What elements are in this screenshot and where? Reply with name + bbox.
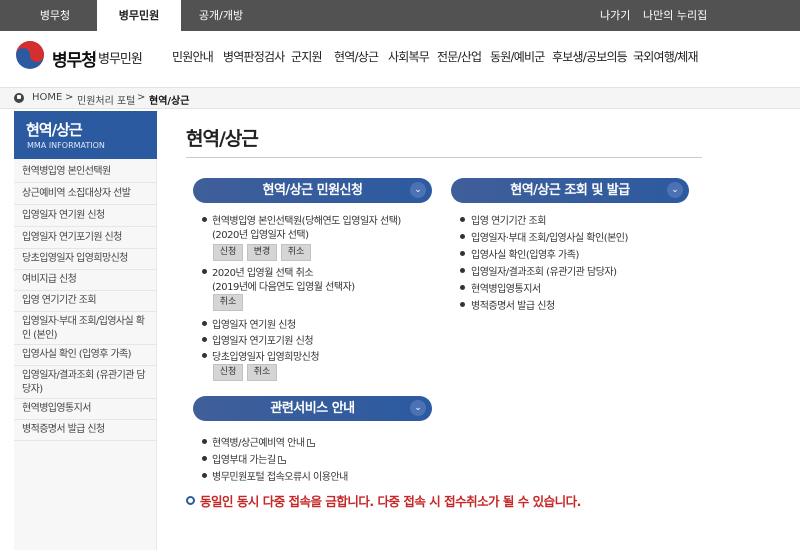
- page-title: 현역/상근: [186, 128, 259, 150]
- link-error-guide[interactable]: 병무민원포털 접속오류시 이용안내: [212, 468, 348, 483]
- external-link-icon: [306, 439, 315, 447]
- sidebar-item-notice-letter[interactable]: 현역병입영통지서: [14, 399, 157, 420]
- link-family-check[interactable]: 입영사실 확인(입영후 가족): [471, 246, 579, 261]
- bullet-icon: [202, 439, 207, 444]
- bullet-icon: [460, 285, 465, 290]
- bullet-icon: [202, 217, 207, 222]
- section-lookup-header[interactable]: 현역/상근 조회 및 발급: [451, 178, 689, 203]
- bullet-icon: [202, 456, 207, 461]
- my-portal-link[interactable]: 나만의 누리집: [643, 0, 707, 31]
- sidebar-item-agency-lookup[interactable]: 입영일자/결과조회 (유관기관 담당자): [14, 366, 157, 399]
- bullet-icon: [202, 337, 207, 342]
- bullet-icon: [460, 234, 465, 239]
- bullet-icon: [460, 217, 465, 222]
- link-month-cancel[interactable]: 2020년 입영월 선택 취소: [212, 264, 314, 279]
- nav-candidates[interactable]: 후보생/공보의등: [552, 48, 628, 65]
- tab-open-data[interactable]: 공개/개방: [181, 0, 261, 31]
- notice-circle-icon: [186, 496, 195, 505]
- bullet-icon: [202, 473, 207, 478]
- link-postpone-cancel[interactable]: 입영일자 연기포기원 신청: [212, 332, 314, 347]
- sidebar-title: 현역/상근: [26, 121, 83, 139]
- apply-button[interactable]: 신청: [213, 364, 243, 381]
- exit-link[interactable]: 나가기: [600, 0, 630, 31]
- tab-mma[interactable]: 병무청: [15, 0, 95, 31]
- breadcrumb-portal[interactable]: 민원처리 포털: [77, 92, 135, 107]
- external-link-icon: [277, 456, 286, 464]
- section-apply-header[interactable]: 현역/상근 민원신청: [193, 178, 432, 203]
- sidebar-item-certificate[interactable]: 병적증명서 발급 신청: [14, 420, 157, 441]
- nav-overseas-travel[interactable]: 국외여행/체재: [633, 48, 698, 65]
- link-unit-directions[interactable]: 입영부대 가는길: [212, 451, 286, 466]
- sidebar-item-unit-lookup[interactable]: 입영일자·부대 조회/입영사실 확인 (본인): [14, 312, 157, 345]
- link-text: 입영부대 가는길: [212, 455, 276, 466]
- link-postpone[interactable]: 입영일자 연기원 신청: [212, 316, 296, 331]
- change-button[interactable]: 변경: [247, 244, 277, 261]
- logo-divider: [95, 50, 96, 62]
- bullet-icon: [460, 302, 465, 307]
- nav-professional[interactable]: 전문/산업: [437, 48, 482, 65]
- bullet-icon: [202, 321, 207, 326]
- link-unit-lookup[interactable]: 입영일자·부대 조회/입영사실 확인(본인): [471, 229, 628, 244]
- chevron-down-icon[interactable]: ⌄: [410, 400, 426, 416]
- nav-reserve[interactable]: 동원/예비군: [490, 48, 545, 65]
- cancel-button[interactable]: 취소: [281, 244, 311, 261]
- nav-civil-guide[interactable]: 민원안내: [172, 48, 214, 65]
- breadcrumb-home[interactable]: HOME: [32, 92, 62, 103]
- nav-military-exam[interactable]: 병역판정검사: [223, 48, 285, 65]
- logo-subtext[interactable]: 병무민원: [98, 48, 143, 67]
- sidebar-item-postpone[interactable]: 입영일자 연기원 신청: [14, 205, 157, 227]
- sidebar-item-original-date[interactable]: 당초입영일자 입영희망신청: [14, 249, 157, 270]
- taeguk-logo-icon[interactable]: [15, 40, 45, 70]
- home-icon[interactable]: [14, 93, 24, 103]
- bullet-icon: [460, 268, 465, 273]
- section-related-header[interactable]: 관련서비스 안내: [193, 396, 432, 421]
- chevron-down-icon[interactable]: ⌄: [667, 182, 683, 198]
- apply-button[interactable]: 신청: [213, 244, 243, 261]
- link-active-duty-guide[interactable]: 현역병/상근예비역 안내: [212, 434, 315, 449]
- link-text: 현역병/상근예비역 안내: [212, 438, 305, 449]
- link-original-date[interactable]: 당초입영일자 입영희망신청: [212, 348, 320, 363]
- sidebar-subtitle: MMA INFORMATION: [27, 141, 105, 150]
- link-certificate[interactable]: 병적증명서 발급 신청: [471, 297, 555, 312]
- sidebar-item-travel-expense[interactable]: 여비지급 신청: [14, 270, 157, 291]
- breadcrumb-current: 현역/상근: [149, 96, 190, 107]
- cancel-button[interactable]: 취소: [247, 364, 277, 381]
- sidebar-item-reserve-selection[interactable]: 상근예비역 소집대상자 선발: [14, 183, 157, 205]
- nav-enlistment[interactable]: 군지원: [291, 48, 323, 65]
- self-selection-note: (2020년 입영일자 선택): [212, 230, 309, 241]
- chevron-down-icon[interactable]: ⌄: [410, 182, 426, 198]
- bullet-icon: [202, 269, 207, 274]
- breadcrumb-separator: >: [65, 92, 74, 103]
- title-divider: [186, 157, 702, 158]
- nav-social-service[interactable]: 사회복무: [388, 48, 430, 65]
- breadcrumb-separator: >: [137, 92, 146, 103]
- sidebar-item-postpone-period[interactable]: 입영 연기기간 조회: [14, 291, 157, 312]
- link-postpone-period[interactable]: 입영 연기기간 조회: [471, 212, 546, 227]
- sidebar-item-family-check[interactable]: 입영사실 확인 (입영후 가족): [14, 345, 157, 366]
- sidebar-item-postpone-cancel[interactable]: 입영일자 연기포기원 신청: [14, 227, 157, 249]
- nav-active-duty[interactable]: 현역/상근: [334, 48, 379, 65]
- link-agency-lookup[interactable]: 입영일자/결과조회 (유관기관 담당자): [471, 263, 617, 278]
- bullet-icon: [202, 353, 207, 358]
- bullet-icon: [460, 251, 465, 256]
- multi-login-notice: 동일인 동시 다중 접속을 금합니다. 다중 접속 시 접수취소가 될 수 있습…: [200, 494, 581, 509]
- link-self-selection[interactable]: 현역병입영 본인선택원(당해연도 입영일자 선택): [212, 212, 401, 227]
- tab-civil-service[interactable]: 병무민원: [97, 0, 181, 31]
- link-notice-letter[interactable]: 현역병입영통지서: [471, 280, 541, 295]
- logo-text[interactable]: 병무청: [52, 46, 97, 71]
- sidebar-item-self-selection[interactable]: 현역병입영 본인선택원: [14, 161, 157, 183]
- cancel-button[interactable]: 취소: [213, 294, 243, 311]
- month-cancel-note: (2019년에 다음연도 입영월 선택자): [212, 282, 355, 293]
